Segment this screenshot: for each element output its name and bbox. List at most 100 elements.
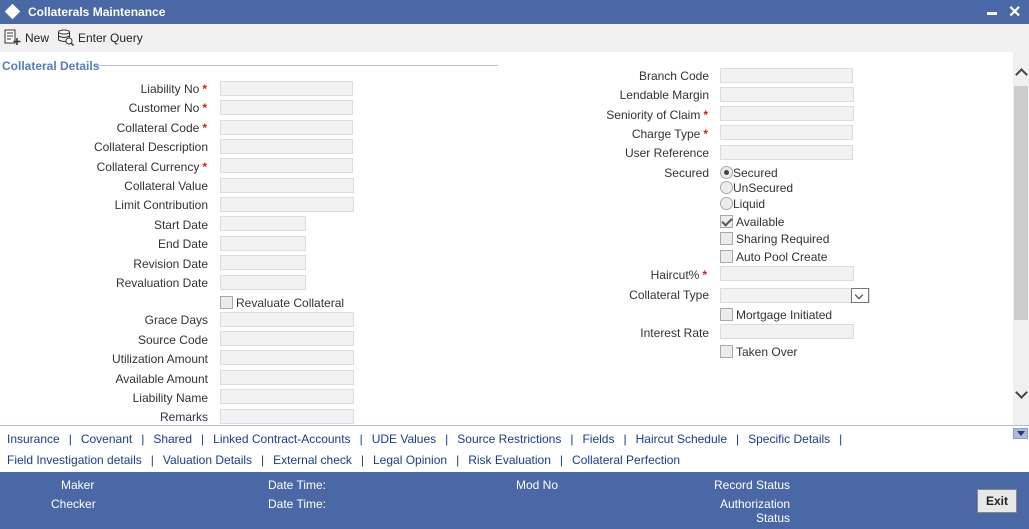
collateral-value-field[interactable] [220,178,354,193]
collateral-code-label: Collateral Code * [116,121,207,135]
haircut-field[interactable] [720,266,854,281]
liability-name-label: Liability Name [132,391,208,405]
link-separator: | [623,432,627,446]
revaluate-collateral-checkbox[interactable] [220,296,233,309]
scroll-down-icon[interactable] [1015,388,1027,400]
enter-query-button[interactable]: Enter Query [57,29,143,46]
link-source-restrictions[interactable]: Source Restrictions [457,432,561,446]
limit-contribution-field[interactable] [220,197,354,212]
end-date-field[interactable] [220,236,306,251]
collateral-code-field[interactable] [220,120,353,135]
link-haircut-schedule[interactable]: Haircut Schedule [636,432,727,446]
link-separator: | [360,453,364,467]
link-separator: | [736,432,740,446]
links-row-2: Field Investigation details | Valuation De… [7,453,680,467]
taken-over-checkbox[interactable] [720,345,733,358]
scroll-up-icon[interactable] [1015,66,1027,78]
liability-no-field[interactable] [220,81,353,96]
seniority-of-claim-field[interactable] [720,106,854,121]
link-separator: | [456,453,460,467]
record-status-label: Record Status [714,478,791,492]
available-amount-label: Available Amount [115,372,208,386]
link-separator: | [445,432,449,446]
utilization-amount-label: Utilization Amount [111,352,208,366]
window-title: Collaterals Maintenance [28,5,166,19]
collateral-type-select[interactable] [720,288,870,303]
link-shared[interactable]: Shared [153,432,192,446]
scrollbar-thumb[interactable] [1014,86,1028,320]
user-reference-label: User Reference [624,146,709,160]
checker-date-time-label: Date Time: [268,497,327,511]
link-separator: | [261,453,265,467]
link-specific-details[interactable]: Specific Details [748,432,830,446]
lendable-margin-label: Lendable Margin [619,88,709,102]
liability-name-field[interactable] [220,389,354,404]
revaluation-date-field[interactable] [220,275,306,290]
maker-label: Maker [61,478,95,492]
window-diamond-icon [4,3,21,20]
expand-links-icon[interactable] [1013,428,1028,439]
source-code-field[interactable] [220,331,354,346]
interest-rate-field[interactable] [720,324,854,339]
link-separator: | [359,432,363,446]
haircut-label: Haircut% * [650,268,707,282]
query-icon [58,29,74,46]
user-reference-field[interactable] [720,145,853,160]
new-button[interactable]: New [4,29,49,46]
link-valuation-details[interactable]: Valuation Details [163,453,252,467]
source-code-label: Source Code [137,333,208,347]
taken-over-label: Taken Over [736,345,798,359]
close-icon[interactable]: ✕ [1008,2,1021,22]
link-collateral-perfection[interactable]: Collateral Perfection [572,453,680,467]
link-insurance[interactable]: Insurance [7,432,60,446]
utilization-amount-field[interactable] [220,350,354,365]
minimize-icon[interactable] [987,12,997,15]
mod-no-label: Mod No [516,478,559,492]
customer-no-label: Customer No * [128,101,207,115]
link-separator: | [559,453,564,467]
branch-code-field[interactable] [720,68,853,83]
subscreen-links: Insurance | Covenant | Shared | Linked Contrac… [0,425,1029,472]
remarks-field[interactable] [220,409,354,424]
link-fields[interactable]: Fields [582,432,614,446]
enter-query-button-label: Enter Query [78,30,143,45]
link-legal-opinion[interactable]: Legal Opinion [373,453,447,467]
collateral-description-field[interactable] [220,139,353,154]
grace-days-field[interactable] [220,312,354,327]
collateral-currency-field[interactable] [220,158,353,173]
link-linked-contract-accounts[interactable]: Linked Contract-Accounts [213,432,350,446]
secured-label: Secured [664,166,709,180]
radio-secured-label: Secured [733,166,778,180]
mortgage-initiated-checkbox[interactable] [720,308,733,321]
title-bar: Collaterals Maintenance ✕ [0,0,1029,24]
link-risk-evaluation[interactable]: Risk Evaluation [468,453,551,467]
exit-button[interactable]: Exit [977,489,1017,513]
vertical-scrollbar[interactable] [1013,52,1029,425]
available-checkbox[interactable] [720,215,733,228]
link-external-check[interactable]: External check [273,453,352,467]
charge-type-field[interactable] [720,125,853,140]
new-document-icon [4,29,21,45]
radio-secured[interactable] [720,166,733,179]
link-covenant[interactable]: Covenant [81,432,132,446]
start-date-label: Start Date [153,218,208,232]
start-date-field[interactable] [220,216,306,231]
revision-date-field[interactable] [220,255,306,270]
revaluation-date-label: Revaluation Date [115,276,208,290]
link-field-investigation-details[interactable]: Field Investigation details [7,453,142,467]
collateral-value-label: Collateral Value [124,179,208,193]
authorization-status-label: Status [756,511,791,525]
link-separator: | [570,432,574,446]
lendable-margin-field[interactable] [720,87,854,102]
radio-unsecured[interactable] [720,181,733,194]
radio-liquid[interactable] [720,197,733,210]
customer-no-field[interactable] [220,100,353,115]
radio-liquid-label: Liquid [733,197,766,211]
link-ude-values[interactable]: UDE Values [372,432,436,446]
chevron-down-icon[interactable] [851,288,869,303]
available-label: Available [736,215,785,229]
available-amount-field[interactable] [220,370,354,385]
sharing-required-checkbox[interactable] [720,232,733,245]
auto-pool-create-checkbox[interactable] [720,250,733,263]
remarks-label: Remarks [159,410,208,424]
